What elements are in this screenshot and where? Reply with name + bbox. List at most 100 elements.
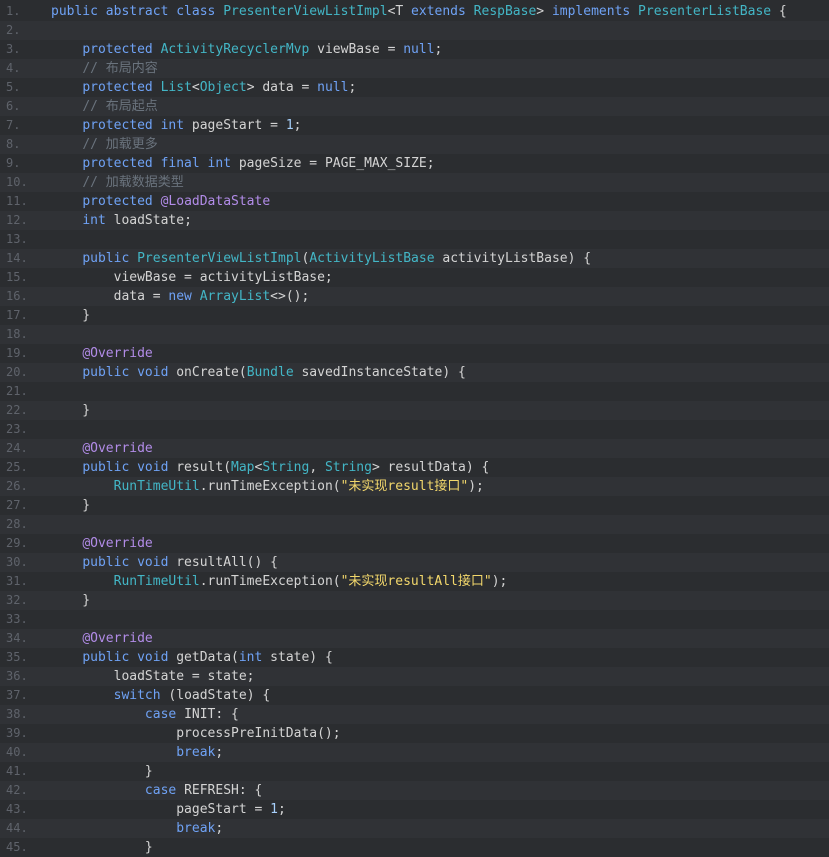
code-token: < xyxy=(191,80,200,95)
code-line: 6. // 布局起点 xyxy=(0,97,829,116)
line-number: 36. xyxy=(6,669,28,683)
code-line: 7. protected int pageStart = 1; xyxy=(0,116,829,135)
code-text: protected int pageStart = 1; xyxy=(51,116,301,135)
line-number: 16. xyxy=(6,289,28,303)
code-token: } xyxy=(51,498,91,513)
code-token: PresenterListBase xyxy=(638,4,772,19)
line-number: 11. xyxy=(6,194,28,208)
code-line: 26. RunTimeUtil.runTimeException("未实现res… xyxy=(0,477,829,496)
code-token: Map xyxy=(231,460,255,475)
line-number: 15. xyxy=(6,270,28,284)
code-text: } xyxy=(51,838,153,857)
code-token: ; xyxy=(277,802,286,817)
code-token: public xyxy=(82,251,138,266)
code-line: 15. viewBase = activityListBase; xyxy=(0,268,829,287)
line-number: 35. xyxy=(6,650,28,664)
code-token: processPreInitData(); xyxy=(51,726,341,741)
code-text: protected ActivityRecyclerMvp viewBase =… xyxy=(51,40,442,59)
code-text: } xyxy=(51,401,90,420)
code-text: // 布局内容 xyxy=(51,59,157,78)
code-token: pageStart = xyxy=(51,802,271,817)
code-text: case REFRESH: { xyxy=(51,781,262,800)
line-number: 29. xyxy=(6,536,28,550)
line-number: 33. xyxy=(6,612,28,626)
line-number: 5. xyxy=(6,80,21,94)
code-line: 3. protected ActivityRecyclerMvp viewBas… xyxy=(0,40,829,59)
code-line: 33. xyxy=(0,610,829,629)
code-text: processPreInitData(); xyxy=(51,724,341,743)
code-token: @Override xyxy=(82,536,153,551)
code-token: int xyxy=(82,213,114,228)
code-line: 37. switch (loadState) { xyxy=(0,686,829,705)
code-line: 34. @Override xyxy=(0,629,829,648)
code-token: @Override xyxy=(82,441,153,456)
code-text: break; xyxy=(51,743,223,762)
code-text: viewBase = activityListBase; xyxy=(51,268,333,287)
code-token: Object xyxy=(199,80,247,95)
code-token: resultAll() { xyxy=(176,555,278,570)
code-token: protected xyxy=(82,80,161,95)
code-token: > xyxy=(536,4,552,19)
code-text: @Override xyxy=(51,534,153,553)
code-line: 19. @Override xyxy=(0,344,829,363)
code-token: String xyxy=(324,460,372,475)
code-token: INIT: { xyxy=(184,707,239,722)
code-line: 9. protected final int pageSize = PAGE_M… xyxy=(0,154,829,173)
code-text: // 布局起点 xyxy=(51,97,157,116)
code-token: loadState = state; xyxy=(51,669,255,684)
line-number: 44. xyxy=(6,821,28,835)
code-text: public void getData(int state) { xyxy=(51,648,332,667)
code-token: ActivityRecyclerMvp xyxy=(160,42,310,57)
code-line: 13. xyxy=(0,230,829,249)
code-token: @Override xyxy=(82,346,153,361)
code-line: 1. public abstract class PresenterViewLis… xyxy=(0,2,829,21)
line-number: 6. xyxy=(6,99,21,113)
code-token: 1 xyxy=(285,118,294,133)
code-token: } xyxy=(51,403,91,418)
code-token: onCreate( xyxy=(176,365,247,380)
code-text: public void result(Map<String, String> r… xyxy=(51,458,489,477)
line-number: 4. xyxy=(6,61,21,75)
code-text: public PresenterViewListImpl(ActivityLis… xyxy=(51,249,591,268)
line-number: 30. xyxy=(6,555,28,569)
code-token: implements xyxy=(551,4,639,19)
code-token: new xyxy=(168,289,200,304)
code-token: ; xyxy=(434,42,443,57)
code-line: 28. xyxy=(0,515,829,534)
code-line: 14. public PresenterViewListImpl(Activit… xyxy=(0,249,829,268)
code-token: null xyxy=(317,80,349,95)
code-token: RunTimeUtil xyxy=(113,479,200,494)
code-line: 10. // 加载数据类型 xyxy=(0,173,829,192)
code-text: switch (loadState) { xyxy=(51,686,271,705)
code-text: public void onCreate(Bundle savedInstanc… xyxy=(51,363,466,382)
code-token: } xyxy=(51,593,91,608)
code-line: 40. break; xyxy=(0,743,829,762)
code-token: PresenterViewListImpl xyxy=(137,251,302,266)
line-number: 19. xyxy=(6,346,28,360)
line-number: 27. xyxy=(6,498,28,512)
code-token: ; xyxy=(293,118,302,133)
code-token: protected int xyxy=(82,118,192,133)
code-token: public void xyxy=(82,460,177,475)
line-number: 13. xyxy=(6,232,28,246)
code-token: public abstract class xyxy=(51,4,224,19)
code-token: REFRESH: { xyxy=(184,783,263,798)
code-text: pageStart = 1; xyxy=(51,800,286,819)
code-token: String xyxy=(262,460,310,475)
code-token: ); xyxy=(468,479,484,494)
code-token: > resultData) { xyxy=(371,460,490,475)
code-token: ArrayList xyxy=(199,289,271,304)
code-line: 45. } xyxy=(0,838,829,857)
code-text: protected final int pageSize = PAGE_MAX_… xyxy=(51,154,434,173)
